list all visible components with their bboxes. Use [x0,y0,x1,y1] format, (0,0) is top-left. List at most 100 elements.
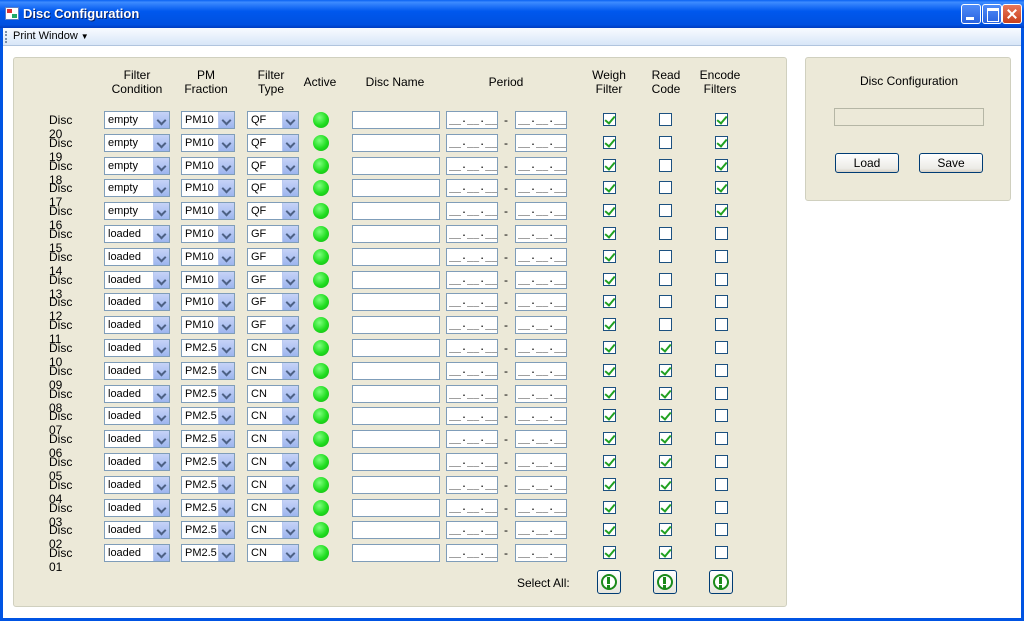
filter-type-select[interactable]: QF [247,111,299,129]
pm-fraction-select[interactable]: PM2.5 [181,339,235,357]
pm-fraction-select[interactable]: PM2.5 [181,430,235,448]
filter-condition-select[interactable]: loaded [104,430,170,448]
weigh-filter-checkbox[interactable] [603,432,616,445]
pm-fraction-select[interactable]: PM10 [181,202,235,220]
filter-type-select[interactable]: GF [247,293,299,311]
period-from-input[interactable]: __.__.____ [446,225,498,243]
filter-type-select[interactable]: QF [247,179,299,197]
disc-name-input[interactable] [352,157,440,175]
period-from-input[interactable]: __.__.____ [446,407,498,425]
filter-condition-select[interactable]: loaded [104,544,170,562]
period-from-input[interactable]: __.__.____ [446,157,498,175]
pm-fraction-select[interactable]: PM2.5 [181,499,235,517]
load-button[interactable]: Load [835,153,899,173]
period-from-input[interactable]: __.__.____ [446,430,498,448]
filter-condition-select[interactable]: loaded [104,293,170,311]
disc-name-input[interactable] [352,499,440,517]
disc-name-input[interactable] [352,179,440,197]
read-code-checkbox[interactable] [659,227,672,240]
period-from-input[interactable]: __.__.____ [446,362,498,380]
encode-filters-checkbox[interactable] [715,227,728,240]
pm-fraction-select[interactable]: PM2.5 [181,476,235,494]
pm-fraction-select[interactable]: PM10 [181,248,235,266]
disc-name-input[interactable] [352,430,440,448]
filter-condition-select[interactable]: loaded [104,271,170,289]
pm-fraction-select[interactable]: PM10 [181,157,235,175]
filter-condition-select[interactable]: loaded [104,316,170,334]
period-from-input[interactable]: __.__.____ [446,111,498,129]
read-code-checkbox[interactable] [659,523,672,536]
period-from-input[interactable]: __.__.____ [446,248,498,266]
weigh-filter-checkbox[interactable] [603,273,616,286]
encode-filters-checkbox[interactable] [715,364,728,377]
filter-condition-select[interactable]: loaded [104,248,170,266]
period-to-input[interactable]: __.__.____ [515,385,567,403]
select-all-weigh-button[interactable] [597,570,621,594]
read-code-checkbox[interactable] [659,181,672,194]
disc-name-input[interactable] [352,271,440,289]
weigh-filter-checkbox[interactable] [603,501,616,514]
period-from-input[interactable]: __.__.____ [446,271,498,289]
period-to-input[interactable]: __.__.____ [515,499,567,517]
encode-filters-checkbox[interactable] [715,478,728,491]
read-code-checkbox[interactable] [659,204,672,217]
period-to-input[interactable]: __.__.____ [515,271,567,289]
filter-type-select[interactable]: QF [247,134,299,152]
disc-name-input[interactable] [352,385,440,403]
title-bar[interactable]: Disc Configuration [0,0,1024,28]
read-code-checkbox[interactable] [659,318,672,331]
pm-fraction-select[interactable]: PM2.5 [181,385,235,403]
filter-condition-select[interactable]: loaded [104,225,170,243]
disc-name-input[interactable] [352,339,440,357]
filter-type-select[interactable]: GF [247,248,299,266]
filter-type-select[interactable]: CN [247,407,299,425]
period-to-input[interactable]: __.__.____ [515,179,567,197]
period-to-input[interactable]: __.__.____ [515,430,567,448]
disc-name-input[interactable] [352,544,440,562]
disc-name-input[interactable] [352,248,440,266]
period-to-input[interactable]: __.__.____ [515,157,567,175]
filter-type-select[interactable]: CN [247,499,299,517]
filter-type-select[interactable]: CN [247,339,299,357]
filter-type-select[interactable]: CN [247,430,299,448]
filter-type-select[interactable]: CN [247,362,299,380]
period-from-input[interactable]: __.__.____ [446,293,498,311]
encode-filters-checkbox[interactable] [715,159,728,172]
weigh-filter-checkbox[interactable] [603,387,616,400]
encode-filters-checkbox[interactable] [715,113,728,126]
period-to-input[interactable]: __.__.____ [515,202,567,220]
toolbar-grip-icon[interactable] [5,31,7,43]
weigh-filter-checkbox[interactable] [603,113,616,126]
pm-fraction-select[interactable]: PM10 [181,111,235,129]
encode-filters-checkbox[interactable] [715,432,728,445]
filter-type-select[interactable]: CN [247,476,299,494]
period-from-input[interactable]: __.__.____ [446,499,498,517]
config-file-field[interactable] [834,108,984,126]
disc-name-input[interactable] [352,225,440,243]
print-window-menu[interactable]: Print Window ▼ [13,30,89,42]
period-to-input[interactable]: __.__.____ [515,225,567,243]
pm-fraction-select[interactable]: PM2.5 [181,544,235,562]
weigh-filter-checkbox[interactable] [603,455,616,468]
read-code-checkbox[interactable] [659,113,672,126]
weigh-filter-checkbox[interactable] [603,341,616,354]
period-from-input[interactable]: __.__.____ [446,316,498,334]
disc-name-input[interactable] [352,453,440,471]
pm-fraction-select[interactable]: PM2.5 [181,453,235,471]
period-to-input[interactable]: __.__.____ [515,476,567,494]
select-all-read-button[interactable] [653,570,677,594]
period-to-input[interactable]: __.__.____ [515,134,567,152]
disc-name-input[interactable] [352,293,440,311]
read-code-checkbox[interactable] [659,478,672,491]
filter-condition-select[interactable]: loaded [104,453,170,471]
period-to-input[interactable]: __.__.____ [515,362,567,380]
pm-fraction-select[interactable]: PM2.5 [181,521,235,539]
disc-name-input[interactable] [352,316,440,334]
pm-fraction-select[interactable]: PM10 [181,293,235,311]
period-to-input[interactable]: __.__.____ [515,111,567,129]
weigh-filter-checkbox[interactable] [603,546,616,559]
period-from-input[interactable]: __.__.____ [446,339,498,357]
weigh-filter-checkbox[interactable] [603,318,616,331]
filter-condition-select[interactable]: empty [104,157,170,175]
weigh-filter-checkbox[interactable] [603,295,616,308]
